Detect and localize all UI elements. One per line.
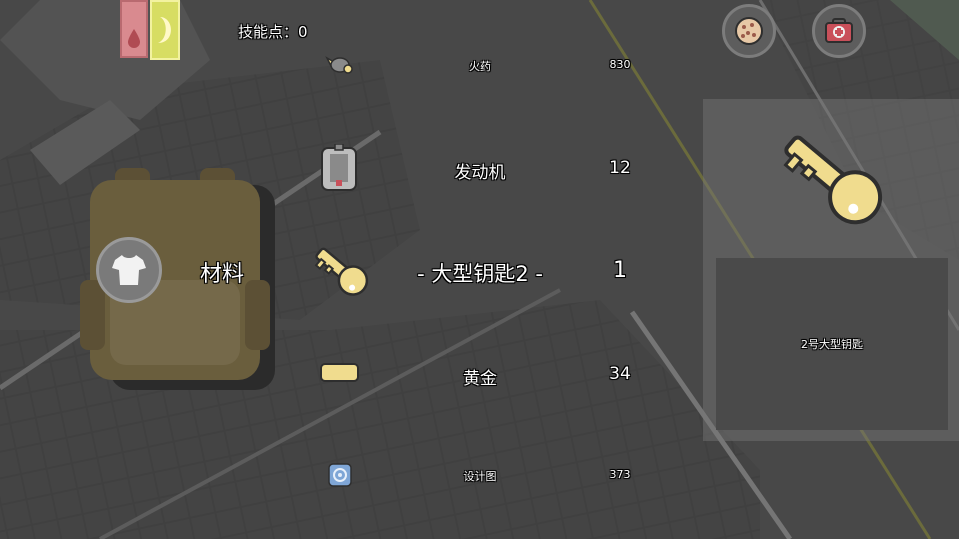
medkit-icon — [825, 18, 853, 43]
item-count: 34 — [609, 364, 631, 384]
food-button[interactable] — [722, 4, 776, 58]
item-description-box: 2号大型钥匙 — [716, 258, 948, 430]
skill-points-label: 技能点：0 — [238, 23, 308, 41]
list-item[interactable]: 发动机 12 — [300, 140, 660, 196]
gold-bar-icon — [320, 363, 359, 382]
item-count: 1 — [613, 258, 627, 283]
gunpowder-icon — [325, 56, 353, 74]
clothing-button[interactable] — [96, 237, 162, 303]
item-name: 设计图 — [463, 470, 497, 483]
list-item[interactable]: 火药 830 — [300, 44, 660, 86]
medkit-button[interactable] — [812, 4, 866, 58]
blueprint-icon — [328, 463, 352, 487]
cookie-icon — [735, 17, 763, 45]
item-count: 830 — [609, 58, 631, 71]
category-label: 材料 — [200, 262, 245, 287]
item-name: 火药 — [469, 60, 491, 73]
item-name: 发动机 — [454, 163, 506, 183]
hunger-bar — [150, 0, 180, 60]
hunger-crescent-icon — [158, 17, 171, 43]
large-key-icon — [783, 135, 883, 225]
list-item[interactable]: 黄金 34 — [300, 354, 660, 394]
item-name: - 大型钥匙2 - — [417, 262, 543, 286]
item-count: 373 — [609, 468, 631, 481]
blood-drop-icon — [128, 29, 140, 48]
item-name: 黄金 — [463, 369, 497, 389]
item-description: 2号大型钥匙 — [801, 338, 863, 351]
key-icon — [314, 247, 369, 296]
health-bar — [120, 0, 148, 58]
item-detail-panel: 2号大型钥匙 — [703, 99, 959, 441]
item-count: 12 — [609, 158, 631, 178]
list-item[interactable]: 设计图 373 — [300, 458, 660, 494]
list-item-selected[interactable]: - 大型钥匙2 - 1 — [300, 236, 660, 306]
shirt-icon — [112, 255, 146, 285]
engine-icon — [321, 144, 357, 191]
